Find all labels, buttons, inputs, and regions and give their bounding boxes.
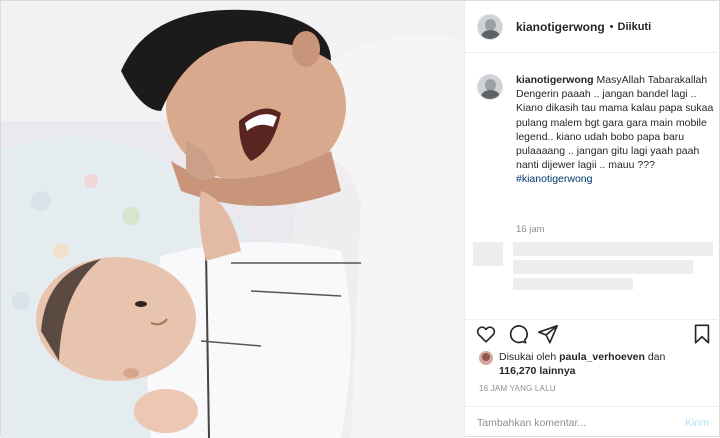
liker-username[interactable]: paula_verhoeven bbox=[559, 351, 645, 363]
caption-time: 16 jam bbox=[516, 224, 545, 235]
caption-text: kianotigerwong MasyAllah Tabarakallah De… bbox=[516, 73, 716, 187]
likes-middle: dan bbox=[647, 351, 666, 363]
blurred-comment bbox=[473, 242, 713, 290]
header-separator-dot: • bbox=[609, 20, 614, 33]
post-actions-bar bbox=[465, 319, 720, 349]
follow-status-button[interactable]: Diikuti bbox=[618, 21, 652, 33]
user-avatar[interactable] bbox=[477, 13, 503, 40]
post-comment-button[interactable]: Kirim bbox=[685, 417, 709, 429]
add-comment-form: Kirim bbox=[465, 406, 720, 438]
avatar-body bbox=[481, 29, 500, 39]
instagram-post: kianotigerwong • Diikuti kianotigerwong … bbox=[0, 0, 720, 438]
post-side-panel: kianotigerwong • Diikuti kianotigerwong … bbox=[464, 1, 720, 438]
caption-body: MasyAllah Tabarakallah Dengerin paaah ..… bbox=[516, 74, 714, 172]
likes-suffix[interactable]: lainnya bbox=[539, 365, 575, 377]
bookmark-icon[interactable] bbox=[691, 323, 713, 345]
post-photo[interactable] bbox=[1, 1, 464, 438]
comment-input[interactable] bbox=[477, 416, 686, 429]
header-username[interactable]: kianotigerwong bbox=[516, 20, 605, 34]
comments-section: kianotigerwong MasyAllah Tabarakallah De… bbox=[465, 54, 720, 322]
post-header: kianotigerwong • Diikuti bbox=[465, 1, 720, 53]
comment-icon[interactable] bbox=[506, 323, 528, 345]
caption-avatar[interactable] bbox=[477, 74, 503, 100]
caption-username[interactable]: kianotigerwong bbox=[516, 74, 594, 86]
photo-illustration bbox=[1, 1, 464, 438]
caption-hashtag[interactable]: #kianotigerwong bbox=[516, 172, 716, 186]
likes-text: Disukai oleh paula_verhoeven dan 116,270… bbox=[499, 350, 665, 378]
liker-avatar[interactable] bbox=[479, 351, 493, 365]
caption-row: kianotigerwong MasyAllah Tabarakallah De… bbox=[477, 73, 717, 187]
likes-count[interactable]: 116,270 bbox=[499, 365, 536, 377]
avatar-head bbox=[485, 18, 496, 31]
likes-prefix: Disukai oleh bbox=[499, 351, 557, 363]
heart-icon[interactable] bbox=[475, 323, 497, 345]
likes-row: Disukai oleh paula_verhoeven dan 116,270… bbox=[479, 350, 714, 378]
share-icon[interactable] bbox=[537, 323, 559, 345]
post-timestamp[interactable]: 16 JAM YANG LALU bbox=[479, 384, 556, 393]
avatar-body bbox=[481, 90, 500, 99]
